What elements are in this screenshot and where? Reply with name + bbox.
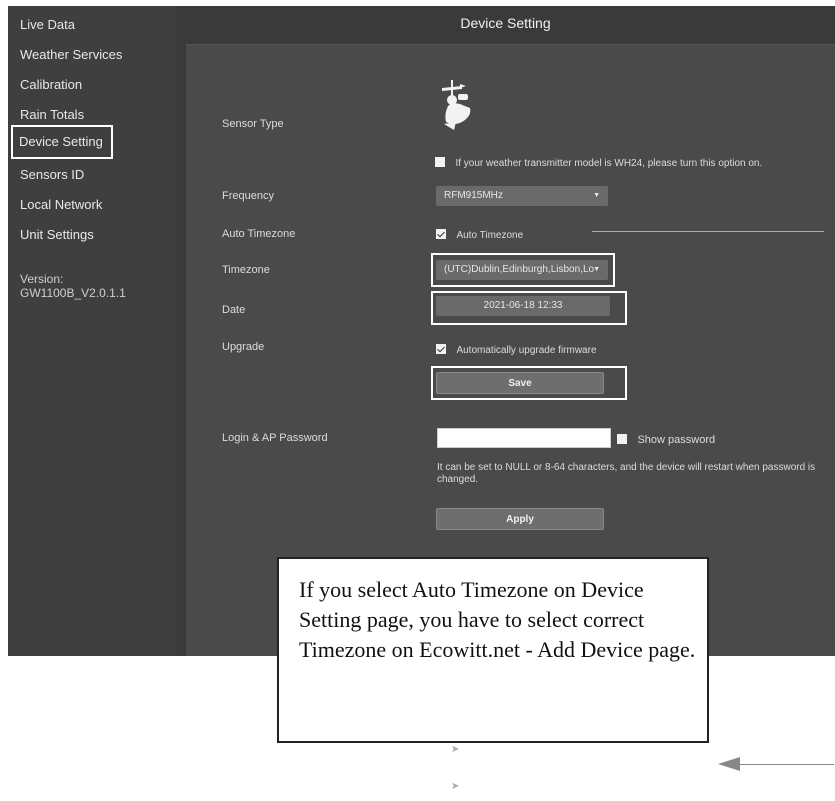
sidebar-item-sensors-id[interactable]: Sensors ID: [20, 167, 84, 183]
frequency-label: Frequency: [222, 190, 274, 202]
annotation-line: [592, 231, 824, 232]
date-label: Date: [222, 304, 246, 316]
sidebar-item-live-data[interactable]: Live Data: [20, 17, 75, 33]
annotation-callout: If you select Auto Timezone on Device Se…: [277, 557, 709, 743]
password-label: Login & AP Password: [222, 432, 328, 444]
sidebar-item-calibration[interactable]: Calibration: [20, 77, 82, 93]
auto-timezone-checkbox[interactable]: [436, 229, 446, 239]
show-password-checkbox[interactable]: [617, 434, 627, 444]
annotation-arrow-line: [722, 764, 834, 765]
timezone-select[interactable]: (UTC)Dublin,Edinburgh,Lisbon,Lo ▼: [436, 260, 608, 280]
sidebar-item-weather-services[interactable]: Weather Services: [20, 47, 122, 63]
auto-timezone-label: Auto Timezone: [222, 228, 296, 240]
save-button[interactable]: Save: [436, 372, 604, 394]
page-title: Device Setting: [176, 6, 835, 44]
date-field[interactable]: 2021-06-18 12:33: [436, 296, 610, 316]
sidebar-item-local-network[interactable]: Local Network: [20, 197, 102, 213]
sidebar-item-rain-totals[interactable]: Rain Totals: [20, 107, 84, 123]
sidebar: Live Data Weather Services Calibration R…: [8, 6, 176, 656]
weather-sensor-icon: [442, 80, 471, 130]
upgrade-option-text: Automatically upgrade firmware: [456, 345, 597, 356]
sidebar-item-device-setting[interactable]: Device Setting: [11, 125, 113, 159]
sensor-type-label: Sensor Type: [222, 118, 284, 130]
chevron-down-icon: ▼: [593, 192, 600, 199]
password-note: It can be set to NULL or 8-64 characters…: [437, 462, 816, 485]
chevron-right-icon: ➤: [451, 781, 460, 792]
version-value: GW1100B_V2.0.1.1: [20, 286, 126, 300]
apply-button[interactable]: Apply: [436, 508, 604, 530]
version-info: Version: GW1100B_V2.0.1.1: [20, 272, 126, 300]
password-input[interactable]: [437, 428, 611, 448]
upgrade-option[interactable]: Automatically upgrade firmware: [436, 340, 597, 358]
timezone-label: Timezone: [222, 264, 270, 276]
wh24-checkbox[interactable]: [435, 157, 445, 167]
show-password-option[interactable]: Show password: [617, 430, 715, 448]
auto-timezone-option[interactable]: Auto Timezone: [436, 225, 523, 243]
upgrade-label: Upgrade: [222, 341, 265, 353]
wh24-option[interactable]: If your weather transmitter model is WH2…: [435, 153, 762, 171]
upgrade-checkbox[interactable]: [436, 344, 446, 354]
frequency-value: RFM915MHz: [444, 190, 503, 201]
frequency-select[interactable]: RFM915MHz ▼: [436, 186, 608, 206]
version-label: Version:: [20, 272, 64, 286]
chevron-down-icon: ▼: [593, 266, 600, 273]
show-password-text: Show password: [637, 434, 716, 446]
timezone-value: (UTC)Dublin,Edinburgh,Lisbon,Lo: [444, 264, 595, 275]
sidebar-item-unit-settings[interactable]: Unit Settings: [20, 227, 94, 243]
wh24-option-text: If your weather transmitter model is WH2…: [455, 158, 763, 169]
auto-timezone-option-text: Auto Timezone: [456, 230, 524, 241]
chevron-right-icon: ➤: [451, 744, 460, 755]
